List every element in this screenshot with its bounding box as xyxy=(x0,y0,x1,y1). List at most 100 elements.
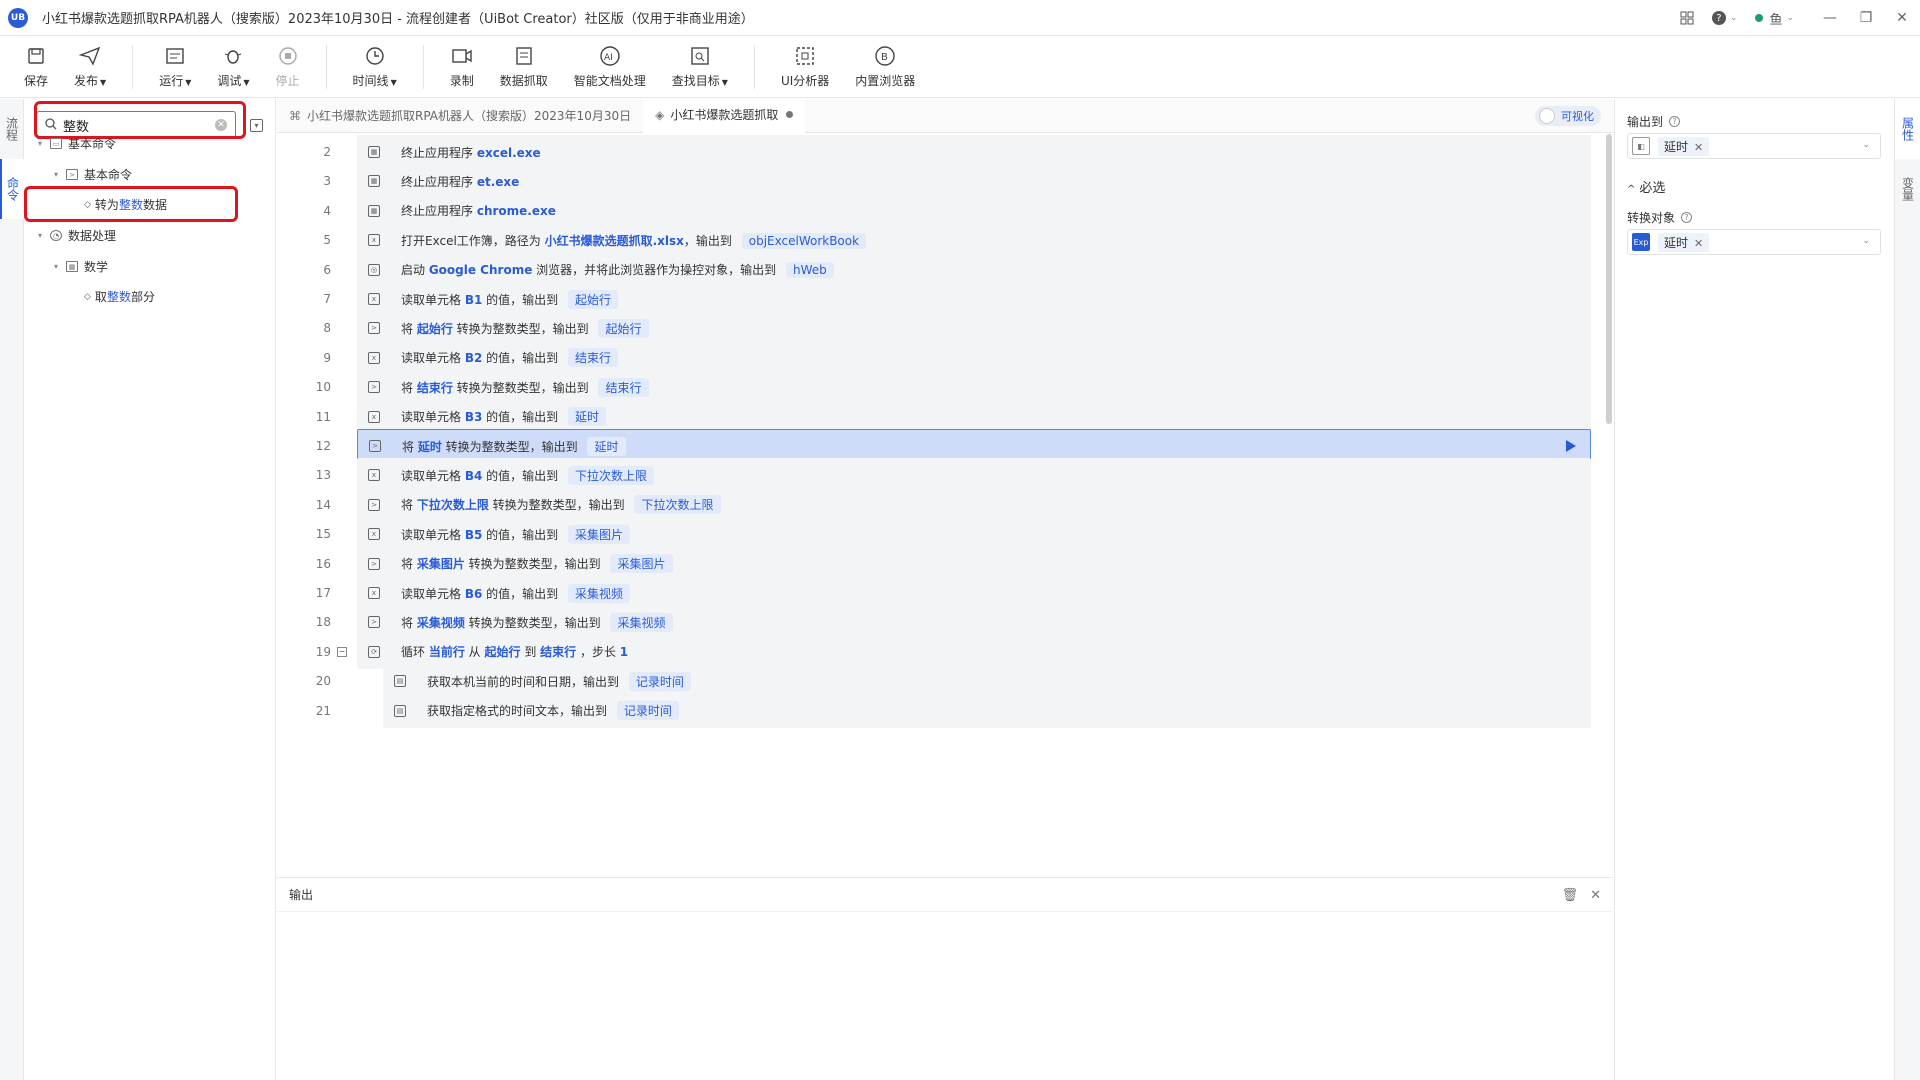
variable-chip[interactable]: 采集视频 xyxy=(610,612,673,632)
help-icon[interactable]: ? xyxy=(1681,212,1693,223)
tab-main-flow[interactable]: ⌘ 小红书爆款选题抓取RPA机器人（搜索版）2023年10月30日 xyxy=(277,99,643,133)
ui-analyzer-label: UI分析器 xyxy=(780,74,830,88)
command-text-part: 转换为整数类型，输出到 xyxy=(464,557,605,572)
command-param[interactable]: 当前行 xyxy=(429,645,465,659)
variable-chip[interactable]: 记录时间 xyxy=(616,701,679,721)
command-param[interactable]: B6 xyxy=(465,587,483,601)
debug-label: 调试 xyxy=(217,74,242,88)
command-text-part: 读取单元格 xyxy=(401,527,465,542)
command-param[interactable]: B4 xyxy=(465,469,483,483)
record-button[interactable]: 录制 xyxy=(450,44,474,89)
variable-chip[interactable]: 起始行 xyxy=(567,289,618,309)
publish-button[interactable]: 发布 ▼ xyxy=(74,44,106,89)
remove-icon[interactable]: ✕ xyxy=(1694,237,1703,250)
command-param[interactable]: B2 xyxy=(465,351,483,365)
editor-scrollbar[interactable] xyxy=(1606,134,1612,424)
tree-data-processing[interactable]: ▾ ◔ 数据处理 xyxy=(38,227,116,244)
command-text: 终止应用程序 et.exe xyxy=(401,173,519,190)
output-to-field[interactable]: ◧ 延时 ✕ ⌄ xyxy=(1627,133,1881,159)
variable-chip[interactable]: 下拉次数上限 xyxy=(634,495,721,515)
command-param[interactable]: 小红书爆款选题抓取.xlsx xyxy=(545,234,684,248)
variable-chip[interactable]: 延时 xyxy=(587,436,626,456)
tab-label: 小红书爆款选题抓取 xyxy=(670,108,779,122)
toolbar-divider xyxy=(132,44,134,89)
minimize-button[interactable]: — xyxy=(1812,0,1848,36)
run-to-here-icon[interactable] xyxy=(1566,440,1576,452)
variable-chip[interactable]: hWeb xyxy=(785,262,834,279)
command-text-part: 的值，输出到 xyxy=(482,586,562,601)
help-icon[interactable]: ? xyxy=(1669,116,1681,127)
apps-grid-icon[interactable] xyxy=(1680,11,1694,25)
filter-icon[interactable]: ▾ xyxy=(250,119,263,132)
expression-badge[interactable]: Exp xyxy=(1632,233,1650,251)
command-param[interactable]: 结束行 xyxy=(540,645,576,659)
command-param[interactable]: excel.exe xyxy=(477,146,541,160)
command-param[interactable]: et.exe xyxy=(477,175,519,189)
command-param[interactable]: 采集图片 xyxy=(417,557,465,571)
restore-button[interactable]: ❐ xyxy=(1848,0,1884,36)
timeline-button[interactable]: 时间线 ▼ xyxy=(353,44,397,89)
variable-chip[interactable]: 采集图片 xyxy=(610,554,673,574)
tab-variables[interactable]: 变量 xyxy=(1895,159,1920,219)
chevron-down-icon[interactable]: ⌄ xyxy=(1862,140,1870,150)
save-button[interactable]: 保存 xyxy=(24,44,48,89)
command-param[interactable]: 1 xyxy=(620,645,628,659)
variable-chip[interactable]: 记录时间 xyxy=(628,671,691,691)
tree-math[interactable]: ▾ ▦ 数学 xyxy=(54,258,108,275)
command-text-part: 读取单元格 xyxy=(401,351,465,366)
visualize-toggle[interactable]: 可视化 xyxy=(1535,106,1601,126)
command-block[interactable]: ▤ 获取指定格式的时间文本，输出到 记录时间 xyxy=(383,693,1591,728)
variable-chip[interactable]: 结束行 xyxy=(567,348,618,368)
help-menu[interactable]: ? ⌄ xyxy=(1711,11,1737,25)
folder-icon: ▭ xyxy=(50,138,62,149)
chevron-down-icon[interactable]: ⌄ xyxy=(1862,236,1870,246)
builtin-browser-button[interactable]: B 内置浏览器 xyxy=(855,44,915,89)
command-param[interactable]: 起始行 xyxy=(417,322,453,336)
tree-basic-commands[interactable]: ▾ ▭ 基本命令 xyxy=(38,135,116,152)
command-param[interactable]: 结束行 xyxy=(417,381,453,395)
clock-icon xyxy=(363,44,387,68)
variable-chip[interactable]: 结束行 xyxy=(598,377,649,397)
tab-properties[interactable]: 属性 xyxy=(1895,99,1920,159)
data-scrape-button[interactable]: 数据抓取 xyxy=(500,44,548,89)
collapse-toggle-icon[interactable]: − xyxy=(337,646,347,657)
tab-flow[interactable]: 流程 xyxy=(0,99,24,159)
variable-chip[interactable]: 起始行 xyxy=(598,318,649,338)
command-param[interactable]: 延时 xyxy=(418,440,442,454)
ui-analyzer-button[interactable]: UI分析器 xyxy=(781,44,829,89)
command-param[interactable]: 采集视频 xyxy=(417,616,465,630)
tree-int-part[interactable]: ◇ 取整数 部分 xyxy=(84,288,155,305)
user-menu[interactable]: 鱼 ⌄ xyxy=(1755,9,1794,28)
remove-icon[interactable]: ✕ xyxy=(1694,141,1703,154)
variable-chip[interactable]: 采集视频 xyxy=(567,583,630,603)
tab-subflow[interactable]: ◈ 小红书爆款选题抓取 xyxy=(643,98,806,133)
tree-basic-sub[interactable]: ▾ > 基本命令 xyxy=(54,166,132,183)
command-param[interactable]: B5 xyxy=(465,528,483,542)
trash-icon[interactable]: 🗑 xyxy=(1562,888,1579,903)
variable-chip[interactable]: objExcelWorkBook xyxy=(741,232,867,249)
command-param[interactable]: Google Chrome xyxy=(429,263,533,277)
tab-commands[interactable]: 命令 xyxy=(0,159,24,219)
close-button[interactable]: ✕ xyxy=(1884,0,1920,36)
variable-chip[interactable]: 采集图片 xyxy=(567,524,630,544)
debug-button[interactable]: 调试 ▼ xyxy=(217,44,250,89)
variable-chip[interactable]: 延时 xyxy=(567,407,606,427)
close-icon[interactable]: ✕ xyxy=(1590,888,1601,903)
code-editor[interactable]: 2 ▦ 终止应用程序 excel.exe 3 ▦ 终止应用程序 et.exe 4 ▦ 终止应用程… xyxy=(277,134,1613,877)
run-button[interactable]: 运行 ▼ xyxy=(159,44,191,89)
command-icon: ▤ xyxy=(385,666,415,696)
browser-icon: B xyxy=(873,44,897,68)
command-param[interactable]: 下拉次数上限 xyxy=(417,498,489,512)
command-param[interactable]: B3 xyxy=(465,410,483,424)
required-section-header[interactable]: ^ 必选 xyxy=(1627,177,1665,196)
smart-doc-button[interactable]: AI 智能文档处理 xyxy=(574,44,646,89)
variable-chip[interactable]: 下拉次数上限 xyxy=(567,465,654,485)
find-target-button[interactable]: 查找目标 ▼ xyxy=(672,44,728,89)
convert-target-field[interactable]: Exp 延时 ✕ ⌄ xyxy=(1627,229,1881,255)
stop-button[interactable]: 停止 xyxy=(276,44,300,89)
command-param[interactable]: chrome.exe xyxy=(477,204,556,218)
command-param[interactable]: B1 xyxy=(465,293,483,307)
code-row[interactable]: 21 ▤ 获取指定格式的时间文本，输出到 记录时间 xyxy=(277,693,1607,728)
command-param[interactable]: 起始行 xyxy=(484,645,520,659)
command-text: 读取单元格 B6 的值，输出到 采集视频 xyxy=(401,583,630,603)
